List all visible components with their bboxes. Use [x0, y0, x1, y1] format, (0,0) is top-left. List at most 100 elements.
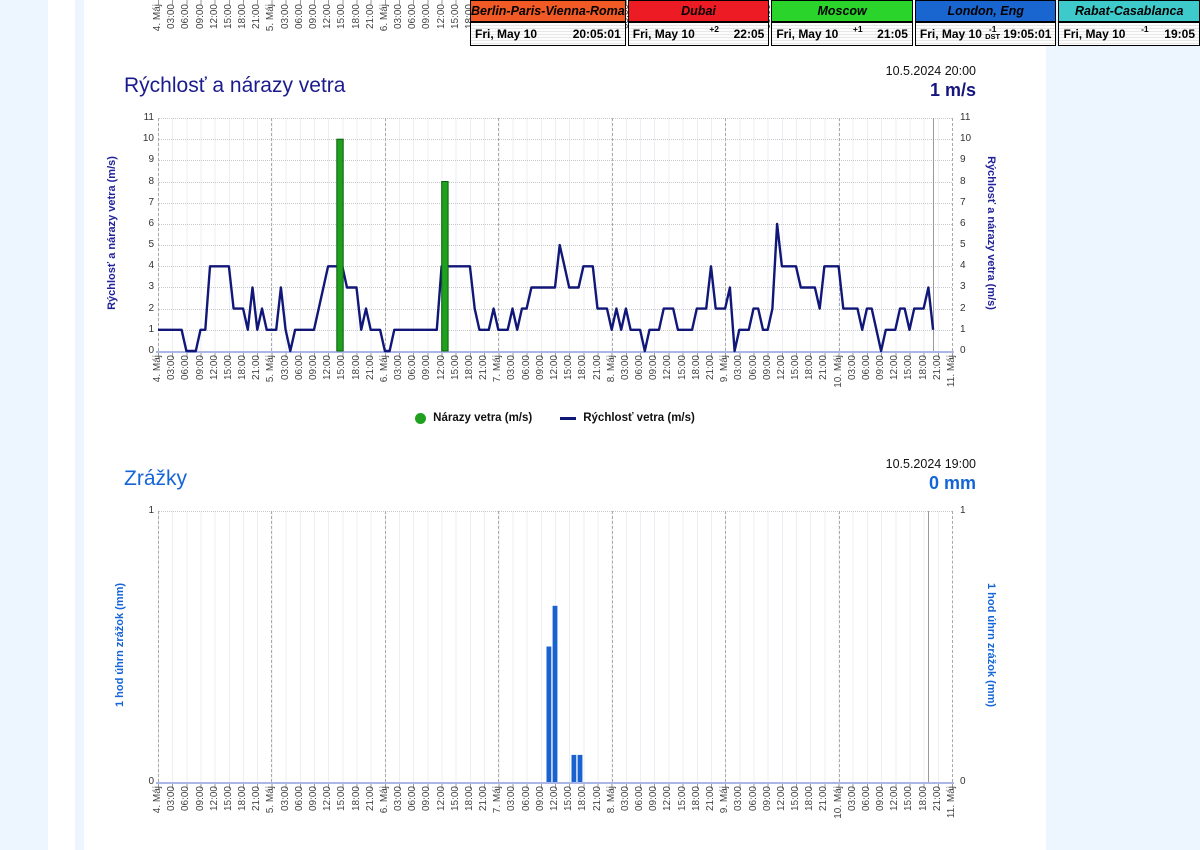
x-tick-label: 21:00 [251, 786, 263, 846]
x-tick-label: 12:00 [209, 355, 221, 415]
clock-utc-offset: +2 [695, 23, 734, 33]
x-tick-label: 4. Máj [152, 355, 164, 415]
x-tick-label: 18:00 [237, 786, 249, 846]
x-tick-label: 21:00 [818, 355, 830, 415]
x-tick-label: 03:00 [166, 786, 178, 846]
clock-city-label: Rabat-Casablanca [1059, 1, 1199, 23]
x-tick-label: 18:00 [918, 355, 930, 415]
y-tick-label: 2 [128, 303, 154, 315]
clock-time-row: Fri, May 10+222:05 [629, 23, 769, 45]
speed-legend-line-icon [560, 417, 576, 420]
x-tick-label: 21:00 [251, 4, 263, 64]
clock-utc-offset [537, 23, 573, 25]
x-tick-label: 09:00 [762, 355, 774, 415]
x-tick-label: 03:00 [393, 355, 405, 415]
wind-gust-bar [442, 182, 448, 352]
x-tick-label: 8. Máj [606, 355, 618, 415]
x-tick-label: 12:00 [549, 786, 561, 846]
world-clock: MoscowFri, May 10+121:05 [771, 0, 913, 46]
x-tick-label: 6. Máj [379, 786, 391, 846]
x-tick-label: 12:00 [436, 786, 448, 846]
clock-time: 19:05:01 [1003, 27, 1051, 41]
y-tick-label: 7 [960, 197, 986, 209]
x-tick-label: 18:00 [237, 4, 249, 64]
y-tick-label: 6 [960, 218, 986, 230]
x-tick-label: 09:00 [535, 355, 547, 415]
x-tick-label: 18:00 [351, 4, 363, 64]
clock-city-label: Berlin-Paris-Vienna-Roma [471, 1, 625, 23]
x-tick-label: 06:00 [407, 355, 419, 415]
x-tick-label: 03:00 [847, 355, 859, 415]
y-tick-label: 3 [960, 281, 986, 293]
legend-item-speed: Rýchlosť vetra (m/s) [560, 412, 695, 424]
x-tick-label: 03:00 [166, 355, 178, 415]
y-tick-label: 1 [128, 505, 154, 517]
x-tick-label: 06:00 [521, 355, 533, 415]
precip-current-timestamp: 10.5.2024 19:00 [886, 457, 976, 471]
x-tick-label: 03:00 [506, 355, 518, 415]
y-tick-label: 10 [960, 133, 986, 145]
x-tick-label: 06:00 [861, 355, 873, 415]
x-tick-label: 18:00 [804, 786, 816, 846]
x-tick-label: 09:00 [308, 355, 320, 415]
clock-time-row: Fri, May 10+121:05 [772, 23, 912, 45]
y-tick-label: 1 [960, 324, 986, 336]
x-tick-label: 06:00 [748, 786, 760, 846]
x-tick-label: 10. Máj [833, 786, 845, 846]
y-tick-label: 10 [128, 133, 154, 145]
y-tick-label: 0 [960, 776, 986, 788]
x-tick-label: 15:00 [336, 4, 348, 64]
y-tick-label: 9 [960, 154, 986, 166]
x-tick-label: 15:00 [223, 355, 235, 415]
x-tick-label: 09:00 [195, 355, 207, 415]
x-tick-label: 21:00 [705, 786, 717, 846]
y-tick-label: 3 [128, 281, 154, 293]
x-tick-label: 18:00 [577, 355, 589, 415]
wind-chart-title: Rýchlosť a nárazy vetra [124, 74, 345, 98]
x-tick-label: 12:00 [209, 4, 221, 64]
x-tick-label: 9. Máj [719, 355, 731, 415]
x-tick-label: 09:00 [875, 786, 887, 846]
x-tick-label: 11. Máj [946, 786, 958, 846]
y-tick-label: 11 [960, 112, 986, 124]
x-tick-label: 09:00 [875, 355, 887, 415]
x-tick-label: 18:00 [351, 355, 363, 415]
x-tick-label: 03:00 [166, 4, 178, 64]
clock-date: Fri, May 10 [475, 27, 537, 41]
clock-city-label: Dubai [629, 1, 769, 23]
x-tick-label: 15:00 [790, 786, 802, 846]
x-tick-label: 09:00 [421, 4, 433, 64]
x-tick-label: 12:00 [662, 355, 674, 415]
clock-time: 22:05 [734, 27, 765, 41]
x-tick-label: 18:00 [351, 786, 363, 846]
x-tick-label: 06:00 [180, 4, 192, 64]
x-tick-label: 03:00 [620, 786, 632, 846]
wind-speed-line [158, 224, 933, 351]
x-tick-label: 03:00 [847, 786, 859, 846]
x-tick-label: 21:00 [365, 355, 377, 415]
x-tick-label: 06:00 [180, 355, 192, 415]
clock-date: Fri, May 10 [633, 27, 695, 41]
x-tick-label: 18:00 [464, 786, 476, 846]
x-tick-label: 09:00 [535, 786, 547, 846]
gust-legend-dot-icon [415, 413, 426, 424]
x-tick-label: 09:00 [308, 786, 320, 846]
day-gridline [952, 118, 953, 351]
x-tick-label: 5. Máj [265, 355, 277, 415]
x-tick-label: 12:00 [436, 4, 448, 64]
world-clock-strip: Berlin-Paris-Vienna-Roma Fri, May 10 20:05… [470, 0, 1200, 46]
x-tick-label: 21:00 [478, 355, 490, 415]
x-tick-label: 09:00 [195, 786, 207, 846]
clock-time: 19:05 [1164, 27, 1195, 41]
x-tick-label: 06:00 [748, 355, 760, 415]
x-tick-label: 06:00 [634, 355, 646, 415]
x-tick-label: 15:00 [223, 786, 235, 846]
x-tick-label: 9. Máj [719, 786, 731, 846]
clock-time: 21:05 [877, 27, 908, 41]
x-tick-label: 15:00 [450, 4, 462, 64]
x-tick-label: 12:00 [436, 355, 448, 415]
x-tick-label: 09:00 [195, 4, 207, 64]
clock-time-row: Fri, May 10-119:05 [1059, 23, 1199, 45]
wind-chart-legend: Nárazy vetra (m/s) Rýchlosť vetra (m/s) [158, 412, 952, 424]
clock-time: 20:05:01 [573, 27, 621, 41]
